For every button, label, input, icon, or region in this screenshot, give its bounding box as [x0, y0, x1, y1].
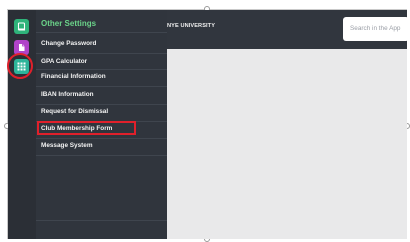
- book-icon: [17, 22, 26, 31]
- menu-header: Other Settings: [41, 19, 97, 28]
- menu-item-change-password[interactable]: Change Password: [41, 40, 96, 47]
- menu-divider: [36, 220, 167, 221]
- rail-button-book[interactable]: [14, 19, 29, 34]
- menu-divider: [36, 155, 167, 156]
- settings-menu: Other Settings Change Password GPA Calcu…: [36, 10, 167, 239]
- menu-item-club-membership-form[interactable]: Club Membership Form: [37, 121, 136, 135]
- main-content: [167, 49, 407, 239]
- menu-divider: [36, 104, 167, 105]
- menu-item-request-for-dismissal[interactable]: Request for Dismissal: [41, 108, 108, 115]
- menu-divider: [36, 69, 167, 70]
- document-icon: [17, 43, 26, 52]
- icon-rail: [7, 10, 36, 239]
- menu-divider: [36, 86, 167, 87]
- menu-item-gpa-calculator[interactable]: GPA Calculator: [41, 58, 87, 65]
- apps-button-highlight: [7, 53, 33, 79]
- menu-item-message-system[interactable]: Message System: [41, 142, 93, 149]
- university-name: NYE UNIVERSITY: [167, 23, 216, 29]
- menu-divider: [36, 32, 167, 33]
- search-input[interactable]: Search in the App: [343, 17, 409, 41]
- menu-divider: [36, 53, 167, 54]
- club-membership-highlight: [37, 121, 136, 135]
- menu-item-iban-information[interactable]: IBAN Information: [41, 91, 94, 98]
- menu-item-financial-information[interactable]: Financial Information: [41, 73, 106, 80]
- menu-divider: [36, 138, 167, 139]
- top-bar: NYE UNIVERSITY Search in the App: [167, 10, 409, 49]
